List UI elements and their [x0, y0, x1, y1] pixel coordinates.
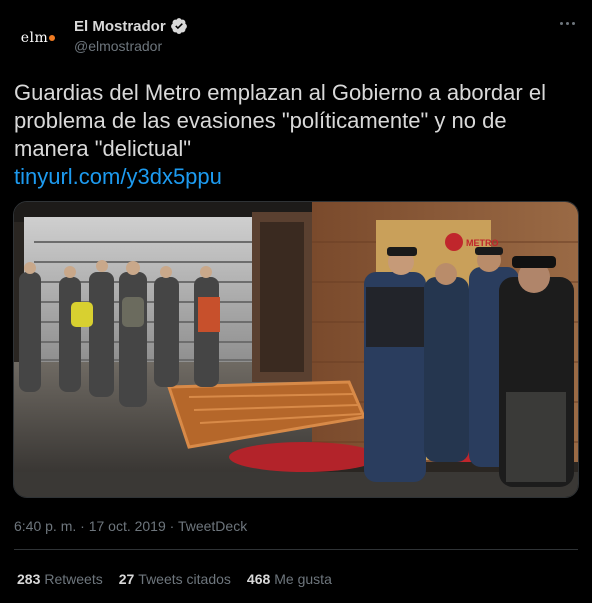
quotes-count: 27	[118, 571, 135, 587]
tweet-text: Guardias del Metro emplazan al Gobierno …	[14, 80, 546, 161]
retweets-label: Retweets	[44, 571, 103, 587]
tweet-timestamp[interactable]: 6:40 p. m. · 17 oct. 2019 · TweetDeck	[14, 518, 247, 534]
avatar[interactable]: elm	[14, 14, 62, 62]
tweet-photo[interactable]: METRO	[13, 201, 579, 498]
name-row: El Mostrador	[74, 17, 188, 35]
more-options-icon[interactable]	[558, 14, 576, 32]
handle[interactable]: @elmostrador	[74, 38, 162, 54]
avatar-logo-dot	[49, 35, 56, 41]
likes-stat[interactable]: 468 Me gusta	[247, 571, 332, 587]
avatar-logo-text: elm	[20, 30, 49, 46]
likes-count: 468	[246, 571, 271, 587]
tweet-stats: 283 Retweets 27 Tweets citados 468 Me gusta	[17, 571, 332, 587]
metro-sign-text: METRO	[466, 238, 499, 248]
verified-badge-icon	[170, 18, 187, 34]
quote-tweets-stat[interactable]: 27 Tweets citados	[119, 571, 231, 587]
retweets-count: 283	[17, 571, 41, 587]
retweets-stat[interactable]: 283 Retweets	[17, 571, 103, 587]
display-name[interactable]: El Mostrador	[74, 18, 166, 35]
tweet-header: elm El Mostrador @elmostrador	[0, 0, 592, 70]
divider	[14, 549, 578, 550]
likes-label: Me gusta	[274, 571, 332, 587]
tweet-link[interactable]: tinyurl.com/y3dx5ppu	[14, 163, 222, 191]
photo-scene: METRO	[14, 202, 578, 497]
quotes-label: Tweets citados	[138, 571, 231, 587]
